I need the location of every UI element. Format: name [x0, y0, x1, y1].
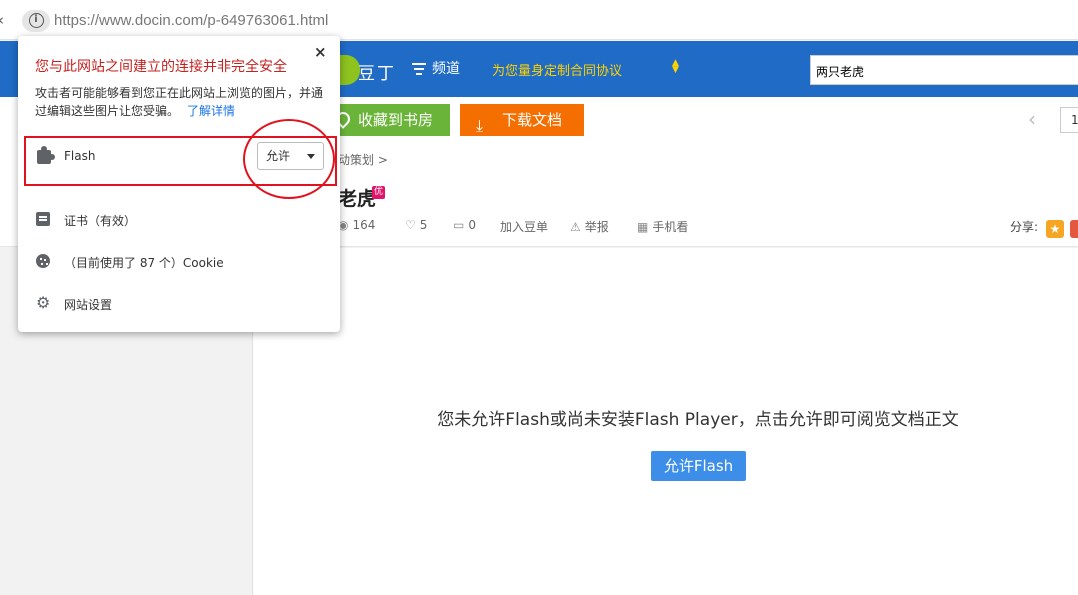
browser-address-bar: ‹ i https://www.docin.com/p-649763061.ht…	[0, 0, 1078, 40]
qr-code-icon: ▦	[637, 220, 649, 234]
site-info-popup: × 您与此网站之间建立的连接并非完全安全 攻击者可能能够看到您正在此网站上浏览的…	[18, 36, 340, 332]
share-weibo-icon[interactable]	[1070, 220, 1078, 238]
like-count[interactable]: ♡ 5	[405, 218, 427, 232]
puzzle-icon	[37, 146, 55, 164]
nav-custom-contract-link[interactable]: 为您量身定制合同协议	[492, 60, 622, 79]
connection-warning-title: 您与此网站之间建立的连接并非完全安全	[35, 59, 287, 75]
view-count: ◉ 164	[338, 218, 375, 232]
quality-badge: 优	[372, 186, 385, 199]
flash-required-message: 您未允许Flash或尚未安装Flash Player，点击允许即可阅览文档正文	[437, 410, 959, 430]
comment-count[interactable]: ▭ 0	[453, 218, 476, 232]
flash-label: Flash	[64, 149, 96, 163]
certificate-label: 证书（有效）	[64, 214, 137, 228]
page-number-input[interactable]: 1	[1060, 107, 1078, 133]
description-text: 攻击者可能能够看到您正在此网站上浏览的图片，并通过编辑这些图片让您受骗。	[35, 86, 324, 118]
certificate-icon	[36, 212, 50, 226]
allow-flash-button[interactable]: 允许Flash	[651, 451, 746, 481]
share-label: 分享:	[1010, 220, 1039, 234]
comment-icon: ▭	[453, 218, 465, 232]
mobile-view-label: 手机看	[652, 220, 689, 234]
learn-more-link[interactable]: 了解详情	[187, 104, 235, 118]
breadcrumb[interactable]: 动策划 >	[338, 151, 388, 168]
comment-count-value: 0	[468, 218, 476, 232]
download-button[interactable]: ⤓ 下载文档	[460, 104, 584, 136]
warning-icon: ⚠	[570, 220, 581, 234]
site-settings-label: 网站设置	[64, 298, 113, 312]
collect-button[interactable]: 收藏到书房	[333, 104, 450, 136]
cookies-label: （目前使用了 87 个）Cookie	[64, 256, 224, 270]
search-input[interactable]: 两只老虎	[810, 55, 1078, 85]
view-count-value: 164	[352, 218, 376, 232]
cookie-icon	[36, 254, 50, 268]
info-icon: i	[28, 13, 44, 28]
download-icon: ⤓	[476, 116, 484, 135]
report-link[interactable]: ⚠ 举报	[570, 218, 609, 235]
prev-page-icon[interactable]: ‹	[1028, 107, 1036, 131]
logo-text: 豆丁	[358, 64, 396, 84]
connection-warning-description: 攻击者可能能够看到您正在此网站上浏览的图片，并通过编辑这些图片让您受骗。 了解详情	[35, 84, 327, 120]
like-count-value: 5	[419, 218, 428, 232]
nav-channel-menu[interactable]: 频道	[412, 58, 460, 78]
heart-icon: ♡	[405, 218, 416, 232]
download-label: 下载文档	[502, 111, 563, 129]
url-text[interactable]: https://www.docin.com/p-649763061.html	[54, 12, 328, 29]
share-star-icon[interactable]: ★	[1046, 220, 1064, 238]
collect-label: 收藏到书房	[358, 111, 434, 129]
doc-title: 老虎	[338, 188, 377, 210]
close-icon[interactable]: ×	[314, 43, 327, 61]
gear-icon: ⚙	[36, 293, 51, 312]
mobile-view-link[interactable]: ▦ 手机看	[637, 218, 688, 235]
nav-channel-label: 频道	[432, 61, 460, 77]
docin-logo[interactable]: 豆丁	[336, 55, 396, 85]
annotation-circle	[243, 119, 335, 199]
sort-arrows-icon[interactable]: ▲ ▼	[672, 59, 679, 75]
document-viewer: 您未允许Flash或尚未安装Flash Player，点击允许即可阅览文档正文 …	[252, 248, 1078, 595]
back-chevron-icon[interactable]: ‹	[0, 11, 4, 29]
report-label: 举报	[584, 220, 609, 234]
add-douban-link[interactable]: 加入豆单	[500, 218, 548, 235]
site-info-button[interactable]: i	[22, 10, 50, 32]
menu-icon	[412, 60, 426, 78]
